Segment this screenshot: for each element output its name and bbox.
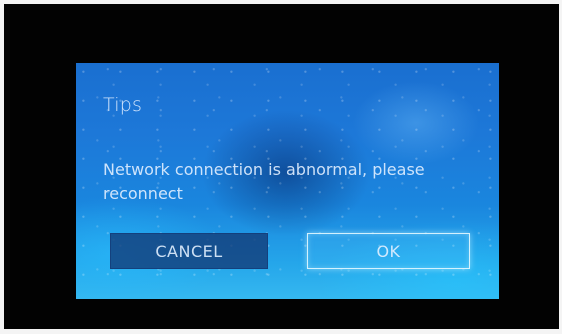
- tips-dialog: Tips Network connection is abnormal, ple…: [76, 63, 499, 299]
- ok-button-label: OK: [376, 241, 401, 261]
- cancel-button[interactable]: CANCEL: [110, 233, 268, 269]
- ok-button[interactable]: OK: [307, 233, 470, 269]
- dialog-title: Tips: [103, 94, 143, 116]
- dialog-message: Network connection is abnormal, please r…: [103, 160, 425, 203]
- cancel-button-label: CANCEL: [155, 241, 223, 261]
